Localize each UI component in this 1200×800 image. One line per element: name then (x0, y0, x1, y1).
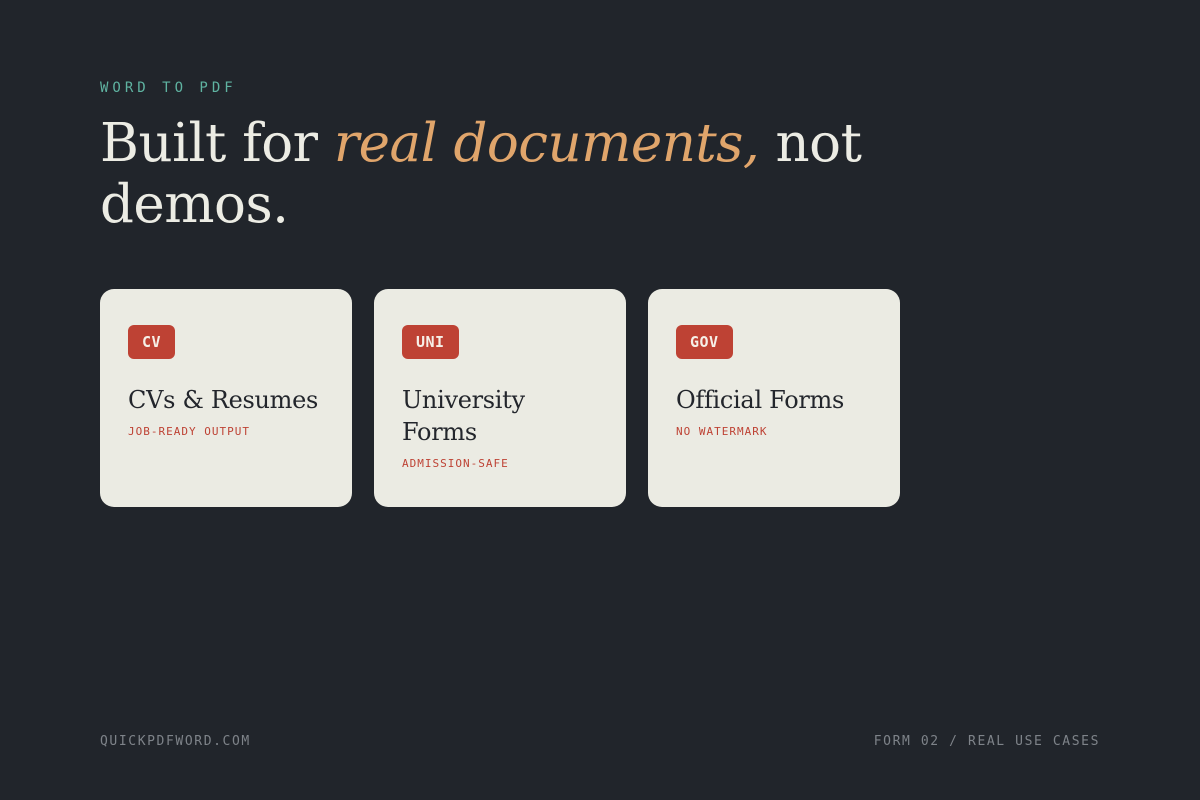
headline-text-start: Built for (100, 113, 334, 174)
eyebrow-label: WORD TO PDF (100, 80, 237, 96)
use-case-cards: CV CVs & Resumes JOB-READY OUTPUT UNI Un… (100, 289, 900, 507)
footer-site-url: QUICKPDFWORD.COM (100, 734, 251, 749)
footer-slide-label: FORM 02 / REAL USE CASES (873, 734, 1100, 749)
card-badge: GOV (676, 325, 733, 359)
card-subtitle: ADMISSION-SAFE (402, 457, 509, 470)
card-badge: CV (128, 325, 176, 359)
headline-accent: real documents, (333, 113, 760, 174)
card-title: Official Forms (676, 386, 844, 414)
card-cv: CV CVs & Resumes JOB-READY OUTPUT (100, 289, 352, 507)
card-government: GOV Official Forms NO WATERMARK (648, 289, 900, 507)
card-badge: UNI (402, 325, 459, 359)
card-subtitle: NO WATERMARK (676, 425, 768, 438)
card-title: University Forms (402, 386, 525, 446)
card-subtitle: JOB-READY OUTPUT (128, 425, 250, 438)
card-title: CVs & Resumes (128, 386, 319, 414)
headline: Built for real documents, not demos. (100, 113, 920, 235)
card-university: UNI University Forms ADMISSION-SAFE (374, 289, 626, 507)
slide: WORD TO PDF Built for real documents, no… (0, 0, 1200, 800)
